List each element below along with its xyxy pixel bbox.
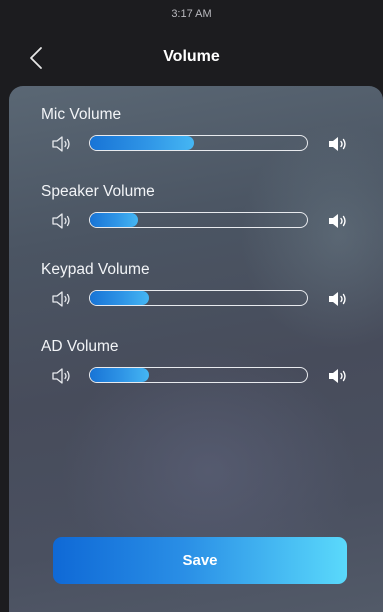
keypad-volume-slider[interactable] xyxy=(89,290,308,306)
speaker-high-icon[interactable] xyxy=(327,211,349,231)
save-button-label: Save xyxy=(182,552,218,569)
status-bar: 3:17 AM xyxy=(0,0,383,28)
ad-volume-slider[interactable] xyxy=(89,367,308,383)
speaker-low-icon[interactable] xyxy=(51,134,73,154)
slider-fill xyxy=(90,291,149,305)
keypad-volume-label: Keypad Volume xyxy=(41,261,150,278)
speaker-high-icon[interactable] xyxy=(327,134,349,154)
ad-volume-label: AD Volume xyxy=(41,338,119,355)
speaker-high-icon[interactable] xyxy=(327,366,349,386)
speaker-volume-group: Speaker Volume xyxy=(9,183,383,247)
volume-panel: Mic Volume Speaker Volume Keypad Volume … xyxy=(9,86,383,612)
speaker-volume-label: Speaker Volume xyxy=(41,183,155,200)
slider-fill xyxy=(90,368,149,382)
status-time: 3:17 AM xyxy=(171,8,212,20)
ad-volume-group: AD Volume xyxy=(9,338,383,402)
ad-volume-row xyxy=(9,364,383,388)
speaker-low-icon[interactable] xyxy=(51,366,73,386)
slider-fill xyxy=(90,213,138,227)
keypad-volume-group: Keypad Volume xyxy=(9,261,383,325)
speaker-volume-slider[interactable] xyxy=(89,212,308,228)
mic-volume-slider[interactable] xyxy=(89,135,308,151)
mic-volume-row xyxy=(9,132,383,156)
speaker-low-icon[interactable] xyxy=(51,211,73,231)
mic-volume-group: Mic Volume xyxy=(9,106,383,170)
page-title: Volume xyxy=(163,48,220,65)
slider-fill xyxy=(90,136,195,150)
mic-volume-label: Mic Volume xyxy=(41,106,122,123)
speaker-low-icon[interactable] xyxy=(51,289,73,309)
header: Volume xyxy=(0,28,383,88)
save-button[interactable]: Save xyxy=(53,537,347,584)
speaker-high-icon[interactable] xyxy=(327,289,349,309)
keypad-volume-row xyxy=(9,287,383,311)
speaker-volume-row xyxy=(9,209,383,233)
